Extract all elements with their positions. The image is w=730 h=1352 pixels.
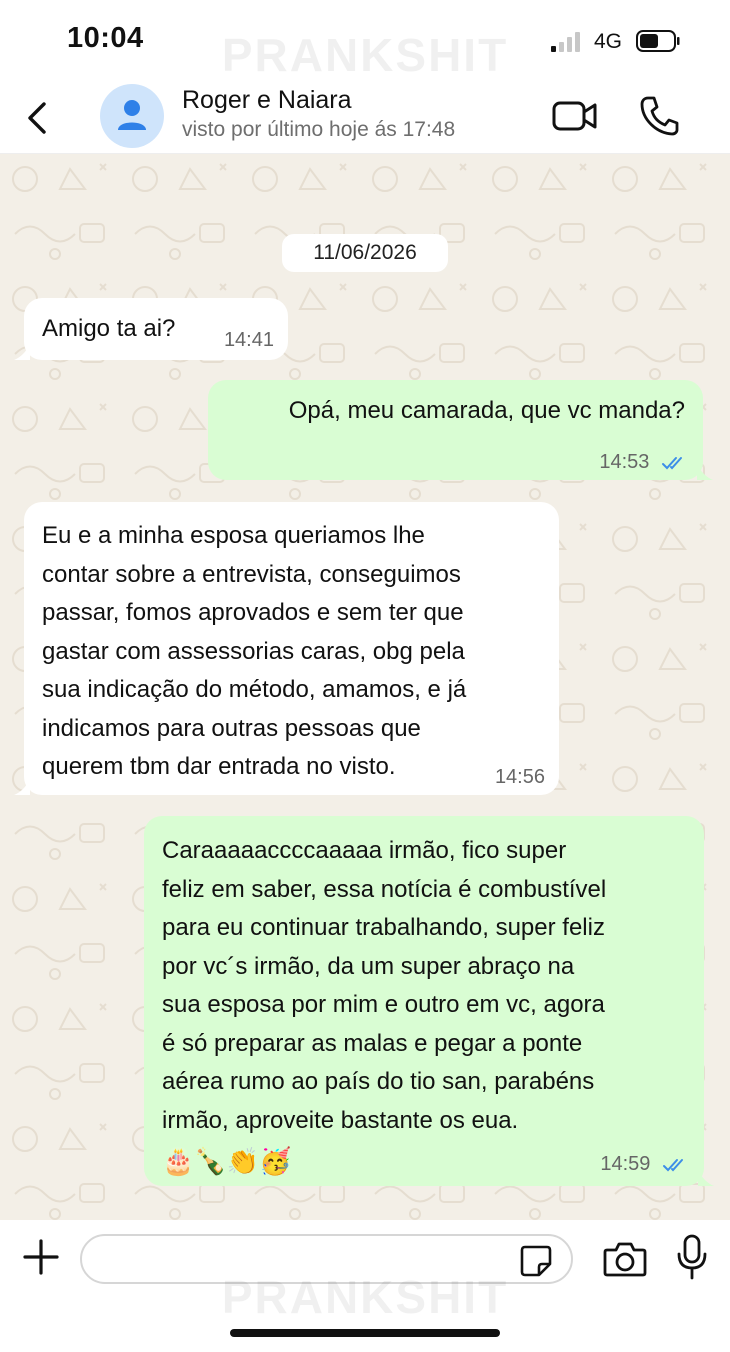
sticker-icon[interactable] — [519, 1244, 553, 1278]
bubble-tail — [697, 464, 713, 480]
message-text-line: Eu e a minha esposa queriamos lhe — [42, 522, 425, 549]
message-time: 14:53 — [599, 451, 650, 473]
avatar[interactable] — [100, 84, 164, 148]
video-camera-icon[interactable] — [551, 98, 599, 134]
message-text-line: Caraaaaaccccaaaaa irmão, fico super — [162, 837, 567, 864]
signal-strength-icon — [551, 32, 580, 52]
bubble-tail — [698, 1170, 714, 1186]
bubble-tail — [14, 779, 30, 795]
message-input[interactable] — [80, 1234, 573, 1284]
chat-area[interactable]: 11/06/2026 Amigo ta ai? 14:41 Opá, meu c… — [0, 154, 730, 1220]
message-text-line: indicamos para outras pessoas que — [42, 714, 421, 742]
message-text-line: sua esposa por mim e outro em vc, agora — [162, 991, 605, 1018]
home-indicator[interactable] — [230, 1329, 500, 1337]
plus-icon[interactable] — [22, 1238, 60, 1276]
person-icon — [118, 100, 146, 130]
message-text-line: sua indicação do método, amamos, e já — [42, 676, 467, 703]
camera-icon[interactable] — [603, 1240, 647, 1278]
date-separator: 11/06/2026 — [282, 234, 448, 272]
battery-icon — [636, 30, 680, 52]
message-text: Opá, meu camarada, que vc manda? — [288, 397, 685, 424]
status-time: 10:04 — [67, 22, 144, 54]
message-text-line: contar sobre a entrevista, conseguimos — [42, 560, 461, 588]
message-text-line: irmão, aproveite bastante os eua. — [162, 1106, 519, 1134]
message-time: 14:56 — [494, 766, 545, 788]
network-type: 4G — [594, 30, 623, 53]
bubble-tail — [14, 344, 30, 360]
message-bubble-incoming[interactable]: Eu e a minha esposa queriamos lhe contar… — [14, 502, 559, 795]
message-text-line: gastar com assessorias caras, obg pela — [42, 637, 465, 665]
status-bar: 10:04 4G — [0, 0, 730, 80]
back-arrow-icon[interactable] — [22, 98, 54, 138]
message-text-line: passar, fomos aprovados e sem ter que — [42, 599, 464, 626]
message-bubble-outgoing[interactable]: Opá, meu camarada, que vc manda? 14:53 — [208, 380, 713, 480]
message-meta: 14:53 — [599, 450, 689, 474]
microphone-icon[interactable] — [676, 1234, 708, 1280]
message-text-line: feliz em saber, essa notícia é combustív… — [162, 875, 607, 903]
message-text-line: para eu continuar trabalhando, super fel… — [162, 914, 605, 941]
chat-header: Roger e Naiara visto por último hoje ás … — [0, 80, 730, 154]
message-text-line: aérea rumo ao país do tio san, parabéns — [162, 1068, 595, 1095]
message-bubble-outgoing[interactable]: Caraaaaaccccaaaaa irmão, fico super feli… — [144, 816, 714, 1186]
phone-icon[interactable] — [639, 94, 679, 136]
message-time: 14:59 — [600, 1153, 651, 1175]
message-bubble-incoming[interactable]: Amigo ta ai? 14:41 — [14, 298, 288, 360]
contact-name[interactable]: Roger e Naiara — [182, 86, 352, 115]
message-meta: 14:59 — [600, 1152, 690, 1176]
message-text-line: querem tbm dar entrada no visto. — [42, 753, 396, 780]
message-text-line: por vc´s irmão, da um super abraço na — [162, 952, 575, 980]
message-time: 14:41 — [223, 329, 274, 351]
read-receipt-icon — [662, 456, 682, 470]
read-receipt-icon — [663, 1158, 683, 1172]
message-text-line: é só preparar as malas e pegar a ponte — [162, 1029, 583, 1057]
contact-last-seen: visto por último hoje ás 17:48 — [182, 118, 456, 141]
